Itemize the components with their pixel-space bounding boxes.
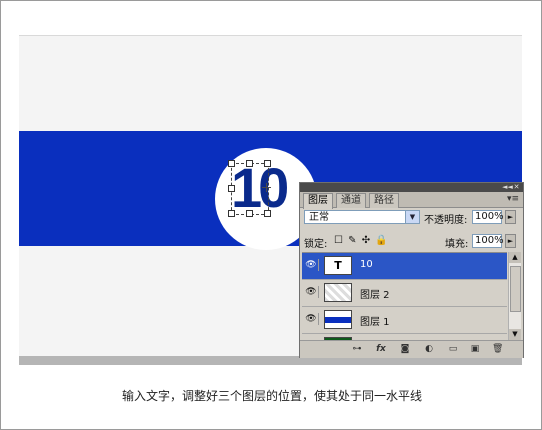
opacity-label: 不透明度: xyxy=(424,215,468,226)
panel-tabs: 图层 通道 路径 ▾≡ xyxy=(300,192,523,209)
blend-mode-value: 正常 xyxy=(309,212,329,223)
text-layer-thumb-icon: T xyxy=(324,256,352,275)
link-layers-icon[interactable]: ⊶ xyxy=(352,344,362,354)
scroll-down-icon[interactable]: ▼ xyxy=(509,329,521,340)
tab-layers[interactable]: 图层 xyxy=(303,193,333,209)
layer-row-layer2[interactable]: 👁 图层 2 xyxy=(302,280,507,307)
layer-name: 10 xyxy=(360,259,373,270)
layer-name: 图层 2 xyxy=(360,290,390,301)
layers-list: 👁 T 10 👁 图层 2 👁 图层 1 👁 背景 xyxy=(302,252,507,341)
opacity-field[interactable]: 100% xyxy=(472,210,504,224)
lock-image-icon[interactable]: ✎ xyxy=(348,235,356,246)
fill-label: 填充: xyxy=(445,239,469,250)
layer-thumb xyxy=(324,310,352,329)
eye-icon[interactable]: 👁 xyxy=(304,259,319,271)
panel-title-bar[interactable]: ◄◄ ✕ xyxy=(300,183,523,192)
fill-field[interactable]: 100% xyxy=(472,234,504,248)
transform-handle[interactable] xyxy=(264,160,271,167)
blend-opacity-row: 正常 ▼ 不透明度: 100% ► xyxy=(304,210,518,226)
move-cursor-icon xyxy=(262,183,271,192)
scroll-up-icon[interactable]: ▲ xyxy=(509,252,521,263)
transform-handle[interactable] xyxy=(228,185,235,192)
caption: 输入文字，调整好三个图层的位置，使其处于同一水平线 xyxy=(121,389,422,403)
lock-position-icon[interactable]: ✣ xyxy=(362,235,370,246)
layer-thumb xyxy=(324,283,352,302)
opacity-arrow-icon[interactable]: ► xyxy=(505,210,516,224)
adjustment-icon[interactable]: ◐ xyxy=(424,344,434,354)
chevron-down-icon[interactable]: ▼ xyxy=(405,211,419,223)
transform-handle[interactable] xyxy=(264,210,271,217)
new-layer-icon[interactable]: ▣ xyxy=(470,344,480,354)
layer-row-layer1[interactable]: 👁 图层 1 xyxy=(302,307,507,334)
transform-handle[interactable] xyxy=(228,210,235,217)
screenshot-frame: 10 ◄◄ ✕ 图层 通道 路径 ▾≡ 正常 ▼ 不透明度: 100% ► 锁定… xyxy=(0,0,542,430)
transform-handle[interactable] xyxy=(228,160,235,167)
panel-footer: ⊶ fx ◙ ◐ ▭ ▣ 🗑 xyxy=(300,340,523,358)
fill-arrow-icon[interactable]: ► xyxy=(505,234,516,248)
lock-icons: ☐ ✎ ✣ 🔒 xyxy=(334,235,390,246)
lock-all-icon[interactable]: 🔒 xyxy=(375,235,387,246)
eye-icon[interactable]: 👁 xyxy=(304,286,319,298)
trash-icon[interactable]: 🗑 xyxy=(492,344,503,354)
lock-transparent-icon[interactable]: ☐ xyxy=(334,235,343,246)
eye-icon[interactable]: 👁 xyxy=(304,313,319,325)
scroll-thumb[interactable] xyxy=(510,266,521,312)
lock-fill-row: 锁定: ☐ ✎ ✣ 🔒 填充: 100% ► xyxy=(304,234,518,250)
layers-scrollbar[interactable]: ▲ ▼ xyxy=(508,252,521,340)
layer-name: 图层 1 xyxy=(360,317,390,328)
tab-channels[interactable]: 通道 xyxy=(336,193,366,208)
layer-row-10[interactable]: 👁 T 10 xyxy=(302,253,507,280)
lock-label: 锁定: xyxy=(304,239,328,250)
transform-handle[interactable] xyxy=(246,160,253,167)
fx-icon[interactable]: fx xyxy=(376,344,386,354)
tab-paths[interactable]: 路径 xyxy=(369,193,399,208)
mask-icon[interactable]: ◙ xyxy=(400,344,410,354)
transform-handle[interactable] xyxy=(246,210,253,217)
collapse-icon[interactable]: ◄◄ xyxy=(502,184,513,191)
close-icon[interactable]: ✕ xyxy=(513,184,520,191)
group-icon[interactable]: ▭ xyxy=(448,344,458,354)
blend-mode-select[interactable]: 正常 ▼ xyxy=(304,210,420,224)
panel-menu-icon[interactable]: ▾≡ xyxy=(507,194,519,204)
layers-panel: ◄◄ ✕ 图层 通道 路径 ▾≡ 正常 ▼ 不透明度: 100% ► 锁定: ☐… xyxy=(299,182,524,358)
